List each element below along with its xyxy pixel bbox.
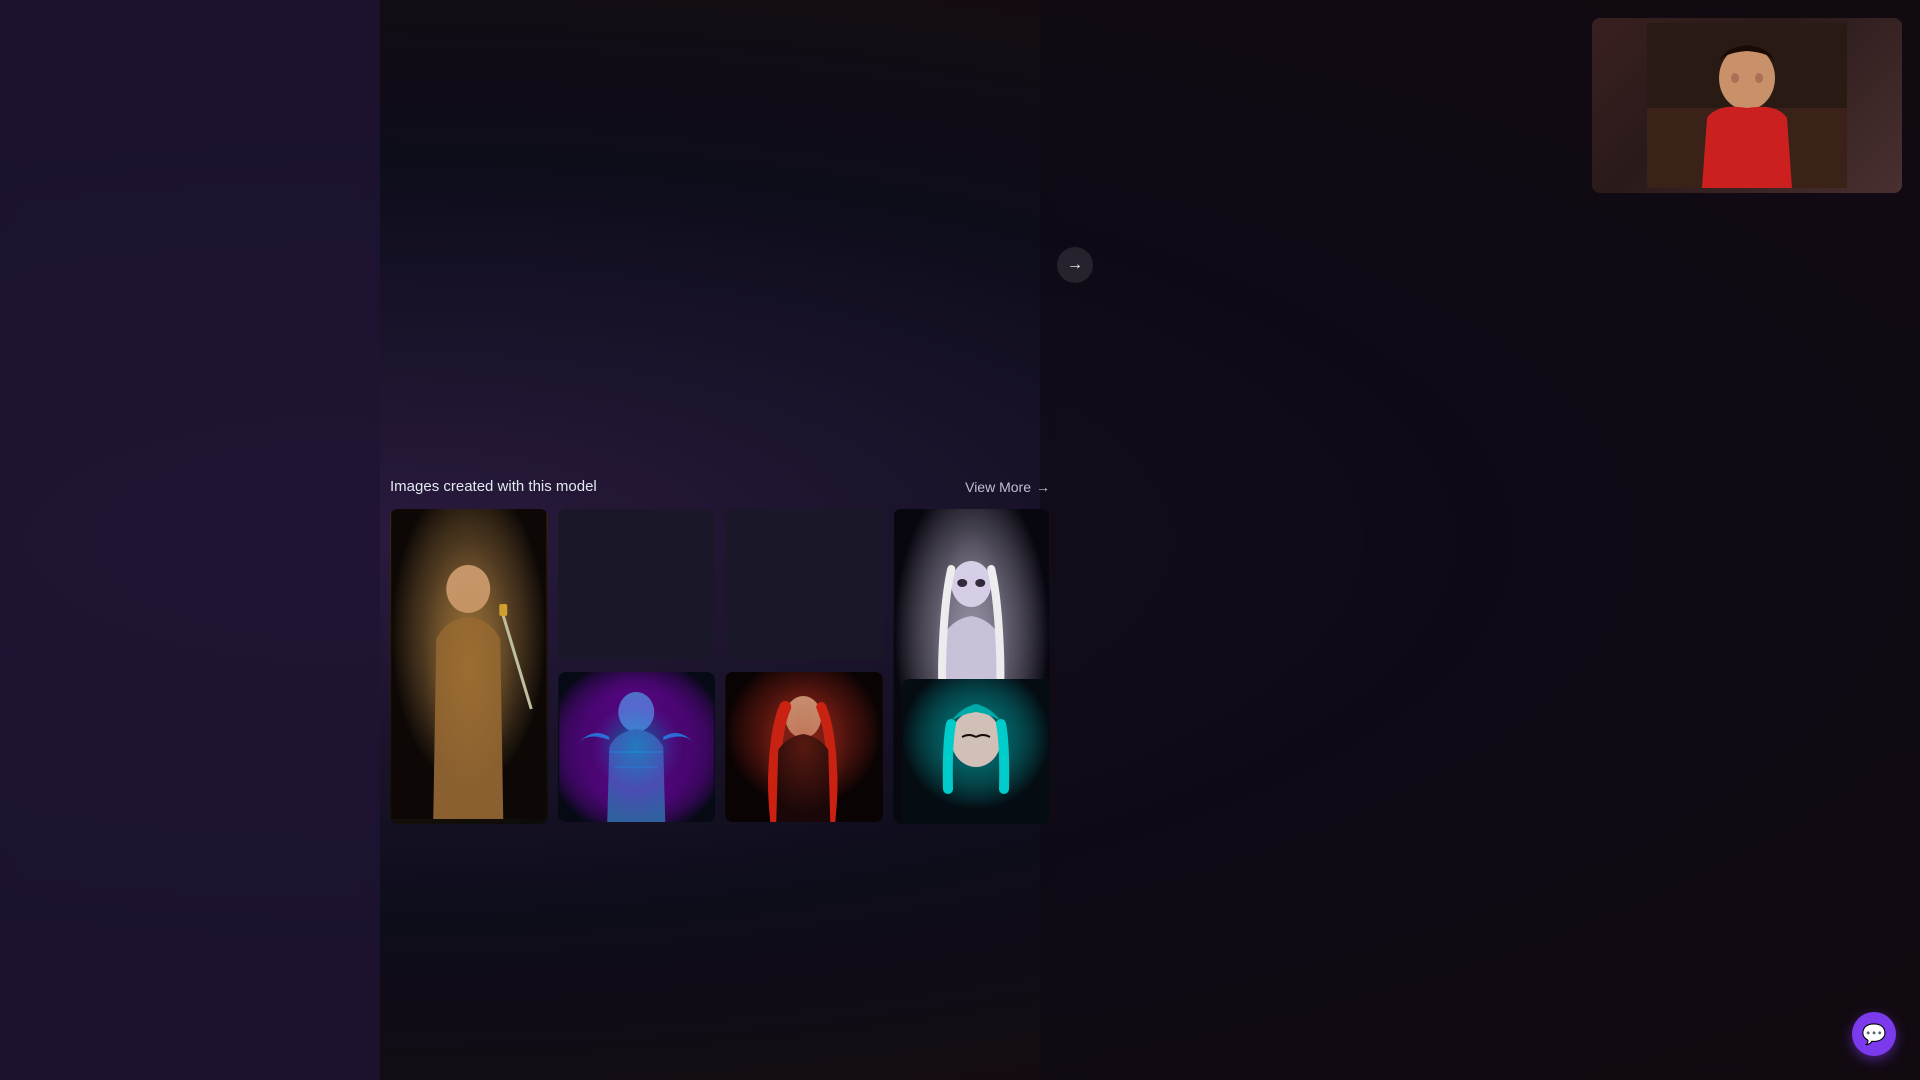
gallery-item-teal[interactable] [902, 679, 1050, 824]
gallery-title: Images created with this model [390, 478, 597, 495]
view-more-link[interactable]: View More → [965, 479, 1050, 495]
arrow-icon: → [1067, 256, 1083, 274]
gallery-item-5[interactable] [558, 672, 716, 822]
gallery-item-1[interactable] [390, 509, 548, 824]
webcam-overlay [1592, 18, 1902, 193]
bg-blur-left [0, 0, 380, 1080]
gallery-header: Images created with this model View More… [390, 478, 1050, 495]
person-silhouette [1647, 23, 1847, 188]
gallery-item-3 [725, 509, 883, 659]
chat-icon-symbol: 💬 [1862, 1022, 1887, 1047]
gallery-item-2 [558, 509, 716, 659]
gallery-section: Images created with this model View More… [390, 478, 1050, 824]
webcam-feed [1592, 18, 1902, 193]
chat-button[interactable]: 💬 [1852, 1012, 1896, 1056]
gallery-item-6[interactable] [725, 672, 883, 822]
view-more-arrow: → [1036, 479, 1050, 495]
next-arrow[interactable]: → [1057, 247, 1093, 283]
